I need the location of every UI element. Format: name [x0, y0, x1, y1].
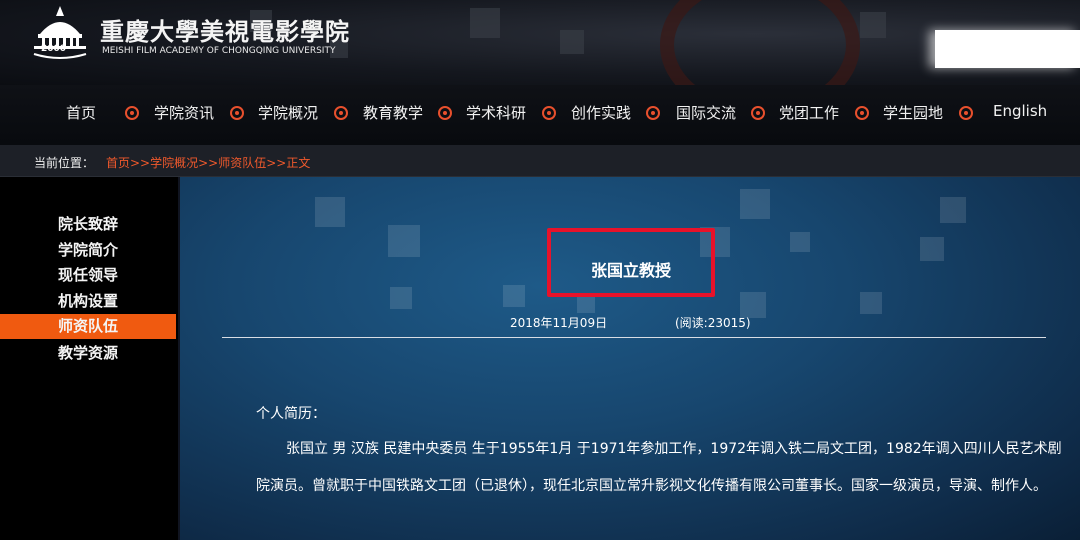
- site-logo-subtitle: MEISHI FILM ACADEMY OF CHONGQING UNIVERS…: [102, 46, 336, 56]
- title-divider: [222, 337, 1046, 338]
- article-read-count: (阅读:23015): [675, 316, 751, 330]
- background-tile: [388, 225, 420, 257]
- nav-bullet-icon: [542, 106, 556, 120]
- background-tile: [790, 232, 810, 252]
- nav-party[interactable]: 党团工作: [779, 102, 839, 123]
- header-decoration: [860, 12, 886, 38]
- sidebar-item-faculty[interactable]: 师资队伍: [0, 314, 176, 339]
- breadcrumb-label: 当前位置：: [34, 156, 95, 170]
- nav-bullet-icon: [855, 106, 869, 120]
- background-tile: [503, 285, 525, 307]
- header-decoration: [470, 8, 500, 38]
- nav-home[interactable]: 首页: [66, 102, 96, 123]
- nav-bullet-icon: [438, 106, 452, 120]
- background-tile: [940, 197, 966, 223]
- breadcrumb-path[interactable]: 首页>>学院概况>>师资队伍>>正文: [106, 154, 310, 171]
- article-title: 张国立教授: [590, 261, 671, 280]
- nav-bullet-icon: [751, 106, 765, 120]
- nav-students[interactable]: 学生园地: [883, 102, 943, 123]
- emblem-year: 2000: [41, 44, 67, 54]
- nav-about[interactable]: 学院概况: [258, 102, 318, 123]
- nav-research[interactable]: 学术科研: [466, 102, 526, 123]
- sidebar-item-organization[interactable]: 机构设置: [0, 289, 176, 314]
- site-header: 2000 重慶大學美視電影學院 MEISHI FILM ACADEMY OF C…: [0, 0, 1080, 85]
- nav-bullet-icon: [230, 106, 244, 120]
- article-date: 2018年11月09日: [510, 316, 608, 330]
- nav-bullet-icon: [959, 106, 973, 120]
- sidebar-item-dean-message[interactable]: 院长致辞: [0, 212, 176, 237]
- header-decoration: [660, 0, 860, 85]
- site-logo-title[interactable]: 重慶大學美視電影學院: [100, 12, 350, 47]
- nav-english[interactable]: English: [993, 102, 1047, 120]
- nav-international[interactable]: 国际交流: [676, 102, 736, 123]
- nav-creation[interactable]: 创作实践: [571, 102, 631, 123]
- nav-education[interactable]: 教育教学: [363, 102, 423, 123]
- main-nav: 首页 学院资讯 学院概况 教育教学 学术科研 创作实践 国际交流 党团工作 学生…: [0, 85, 1080, 145]
- sidebar-item-leadership[interactable]: 现任领导: [0, 263, 176, 288]
- background-tile: [740, 189, 770, 219]
- background-tile: [390, 287, 412, 309]
- sidebar-item-teaching-resources[interactable]: 教学资源: [0, 341, 176, 366]
- background-tile: [315, 197, 345, 227]
- breadcrumb: 当前位置： 首页>>学院概况>>师资队伍>>正文: [0, 145, 1080, 177]
- background-tile: [577, 295, 595, 313]
- nav-bullet-icon: [125, 106, 139, 120]
- header-decoration: [560, 30, 584, 54]
- article-panel: 张国立教授 2018年11月09日 (阅读:23015) 个人简历： 张国立 男…: [180, 177, 1080, 540]
- nav-bullet-icon: [646, 106, 660, 120]
- sidebar-item-introduction[interactable]: 学院简介: [0, 238, 176, 263]
- nav-news[interactable]: 学院资讯: [154, 102, 214, 123]
- bio-text: 张国立 男 汉族 民建中央委员 生于1955年1月 于1971年参加工作，197…: [256, 441, 1062, 494]
- sidebar: 院长致辞 学院简介 现任领导 机构设置 师资队伍 教学资源: [0, 177, 178, 540]
- background-tile: [920, 237, 944, 261]
- nav-bullet-icon: [334, 106, 348, 120]
- background-tile: [860, 292, 882, 314]
- bio-section-label: 个人简历：: [256, 406, 326, 422]
- header-corner-banner: [935, 30, 1080, 68]
